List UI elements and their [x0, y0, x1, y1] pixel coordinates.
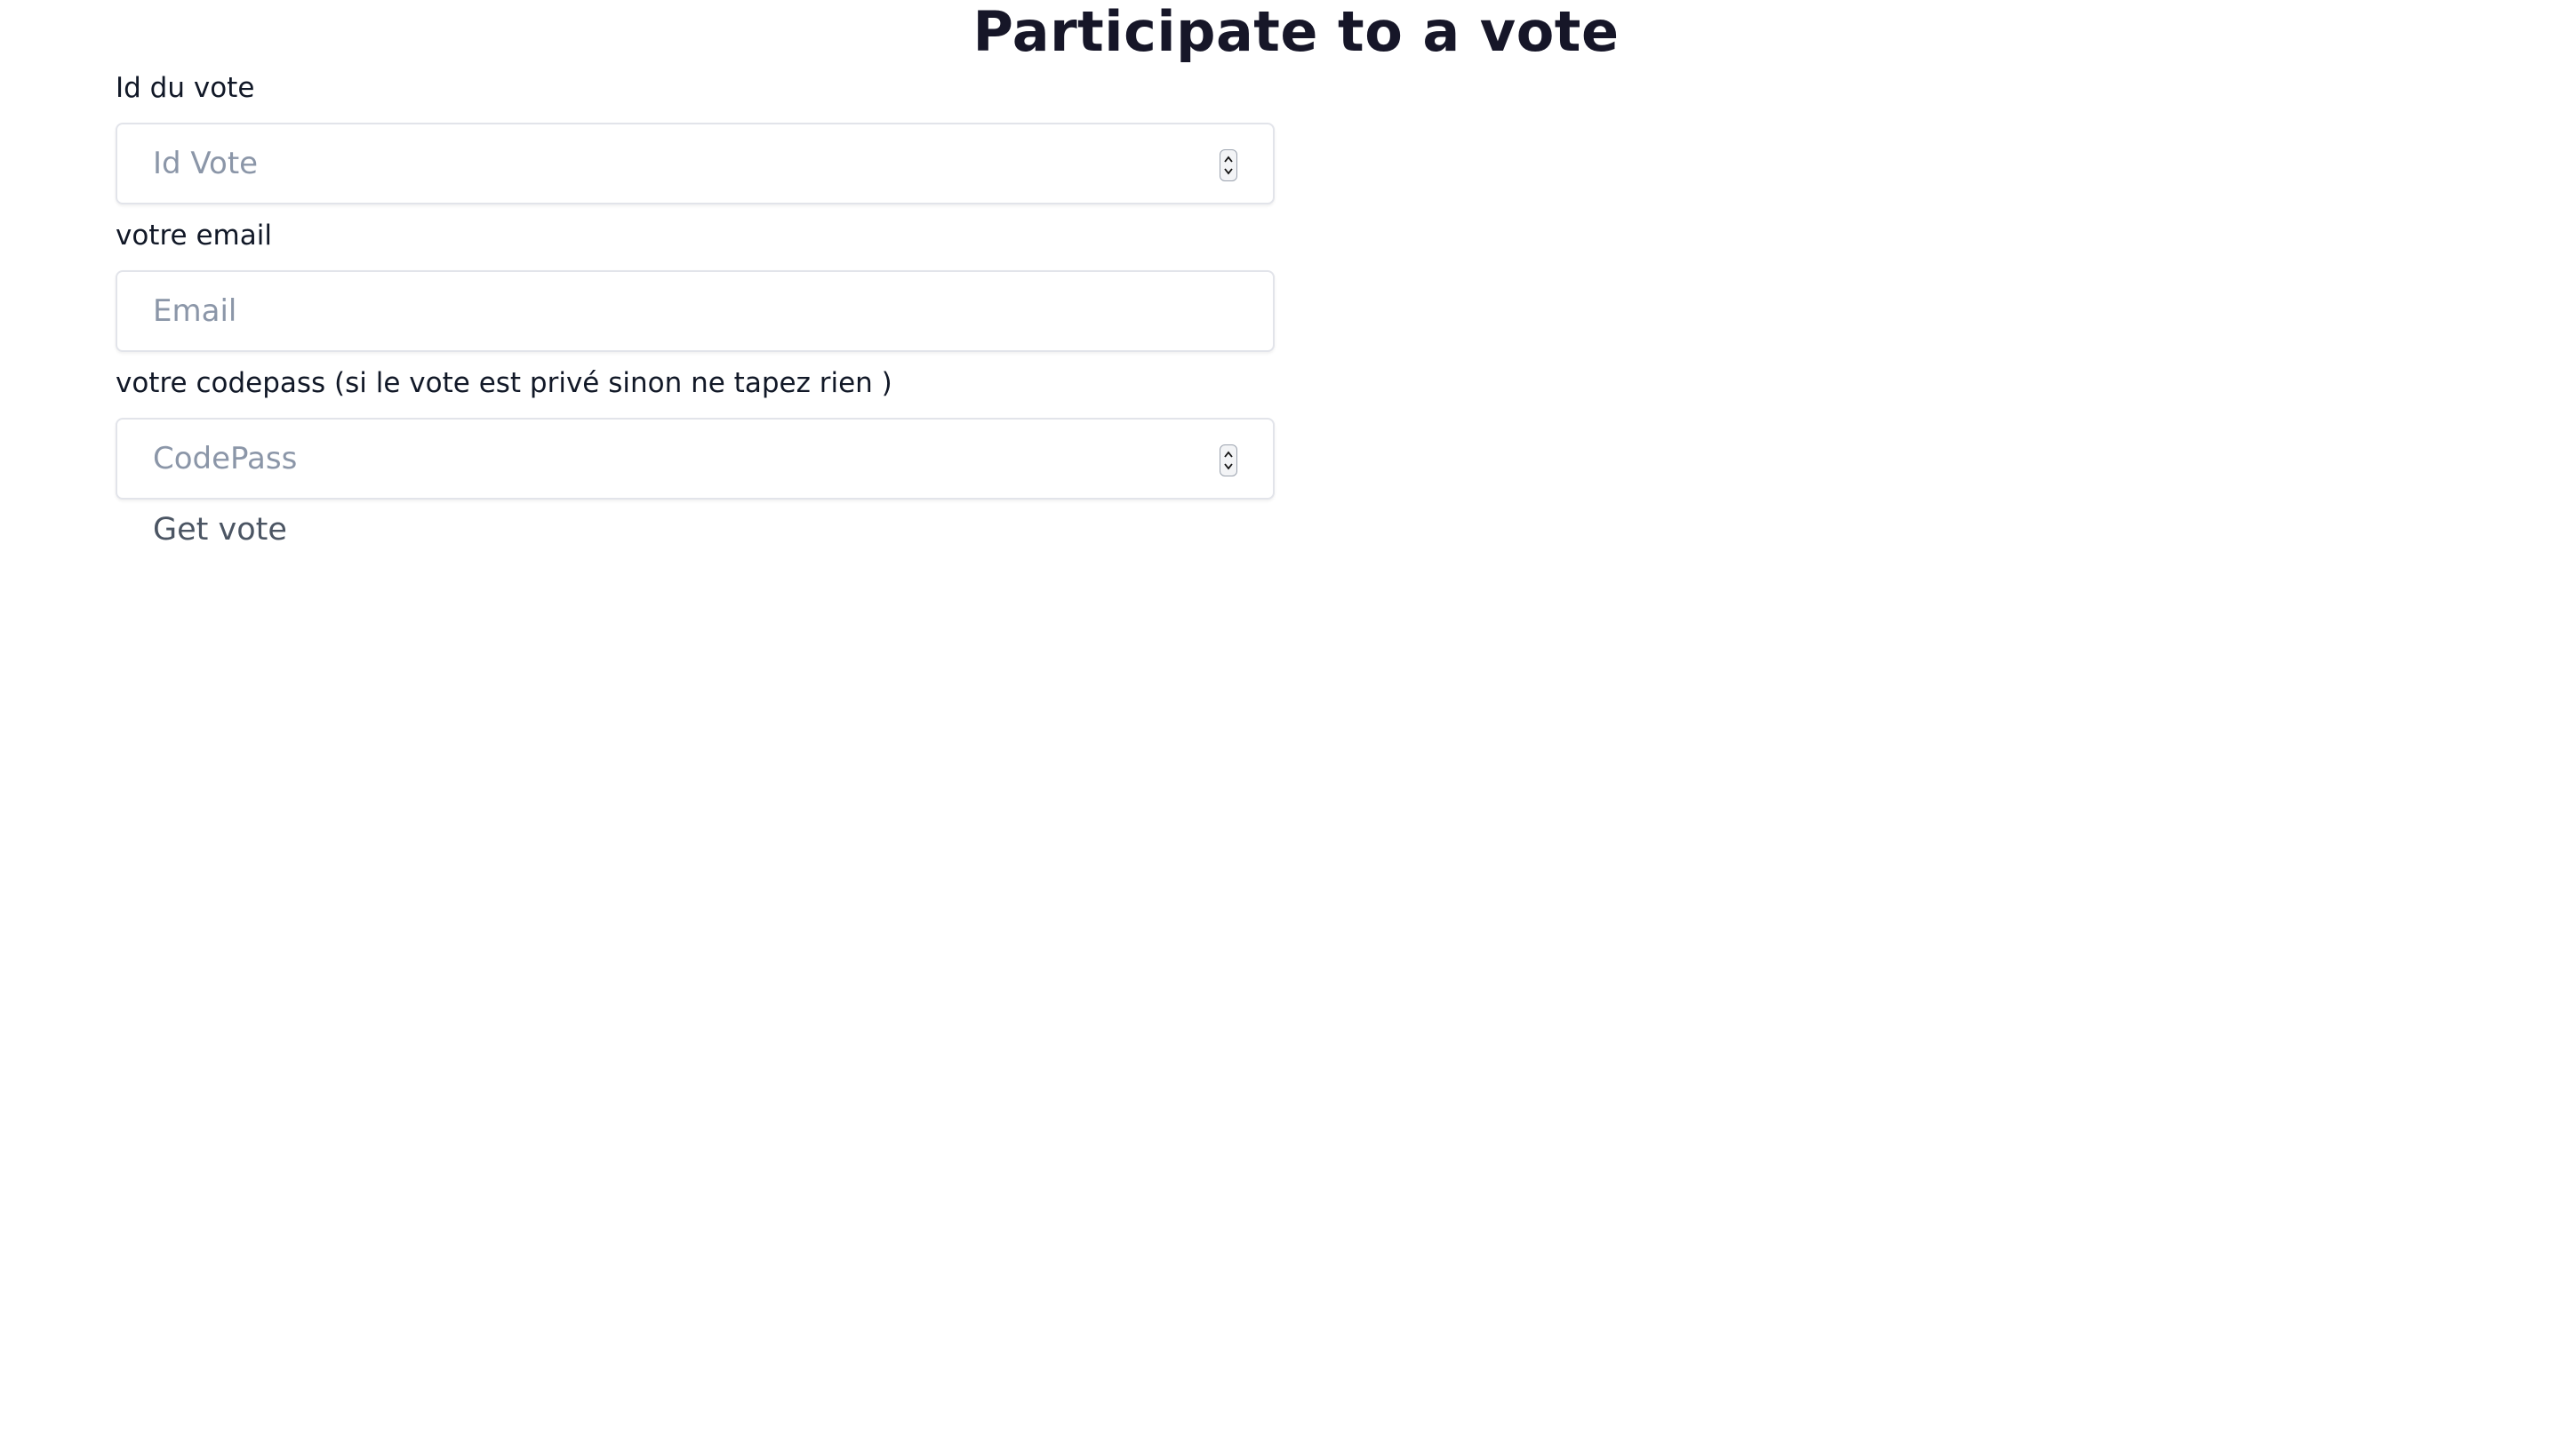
vote-id-label: Id du vote — [116, 72, 255, 104]
number-spinner-icon[interactable] — [1220, 149, 1237, 181]
spinner-arrows-icon — [1224, 156, 1233, 175]
participate-vote-form: Id du vote votre email votre codepass (s… — [116, 68, 1275, 510]
codepass-label: votre codepass (si le vote est privé sin… — [116, 367, 892, 399]
number-spinner-icon[interactable] — [1220, 444, 1237, 476]
email-field — [116, 270, 1275, 352]
vote-id-input[interactable] — [117, 124, 1273, 203]
spinner-arrows-icon — [1224, 451, 1233, 470]
page-title: Participate to a vote — [972, 0, 1620, 64]
codepass-field — [116, 418, 1275, 500]
codepass-input[interactable] — [117, 420, 1273, 498]
email-label: votre email — [116, 220, 272, 252]
vote-id-field — [116, 123, 1275, 204]
email-input[interactable] — [117, 272, 1273, 350]
get-vote-button[interactable]: Get vote — [153, 507, 287, 553]
